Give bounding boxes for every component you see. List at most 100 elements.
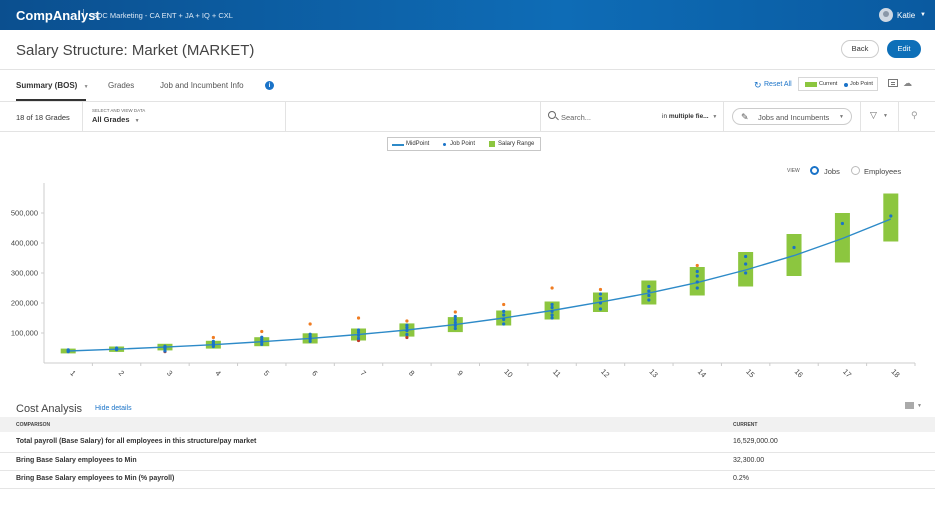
x-tick-label: 16 xyxy=(793,367,805,379)
table-header xyxy=(0,417,935,432)
edit-button[interactable]: Edit xyxy=(887,40,921,58)
job-point xyxy=(405,329,409,333)
tab-summary-chevron-icon[interactable]: ▼ xyxy=(84,84,89,90)
reset-all-link[interactable]: Reset All xyxy=(764,81,792,88)
back-button[interactable]: Back xyxy=(841,40,879,58)
job-point xyxy=(163,349,167,353)
user-menu-chevron-icon[interactable]: ▼ xyxy=(920,12,926,18)
user-name[interactable]: Katie xyxy=(897,11,915,20)
x-tick-label: 15 xyxy=(744,367,756,379)
divider xyxy=(0,69,935,70)
view-label: VIEW xyxy=(787,168,800,174)
outlier-point xyxy=(260,329,264,334)
job-point xyxy=(695,274,699,278)
cloud-icon[interactable]: ☁ xyxy=(903,78,912,89)
select-caption: SELECT AND VIEW DATA xyxy=(92,108,146,113)
job-point xyxy=(695,286,699,290)
hide-details-link[interactable]: Hide details xyxy=(95,405,132,412)
chevron-down-icon[interactable]: ▼ xyxy=(883,113,888,119)
tab-summary[interactable]: Summary (BOS) ▼ xyxy=(16,81,89,90)
job-point xyxy=(744,271,748,275)
export-icon[interactable] xyxy=(905,402,914,409)
avatar[interactable] xyxy=(879,8,893,22)
jobs-incumbents-filter[interactable]: ✎ Jobs and Incumbents ▼ xyxy=(732,108,852,125)
pin-icon[interactable]: ⚲ xyxy=(911,110,918,121)
job-point xyxy=(356,333,361,337)
job-point xyxy=(453,314,457,319)
grade-select[interactable]: All Grades ▼ xyxy=(92,115,140,124)
x-tick-label: 6 xyxy=(310,369,319,378)
reset-icon[interactable]: ↻ xyxy=(754,80,762,91)
tab-grades[interactable]: Grades xyxy=(108,81,134,90)
view-employees-radio[interactable] xyxy=(851,166,860,175)
table-view-icon[interactable] xyxy=(888,79,898,87)
search-input[interactable] xyxy=(561,110,651,124)
brand-logo[interactable]: CompAnalyst xyxy=(16,8,100,23)
divider xyxy=(540,102,541,131)
current-legend-label: Current xyxy=(819,81,838,87)
job-point xyxy=(598,301,603,305)
job-point-swatch xyxy=(443,143,446,146)
job-point xyxy=(647,293,651,298)
job-point xyxy=(695,269,699,274)
search-icon[interactable] xyxy=(548,111,556,119)
info-icon[interactable]: i xyxy=(265,81,274,90)
legend-salary-range[interactable]: Salary Range xyxy=(498,141,534,147)
x-tick-label: 3 xyxy=(165,369,174,378)
outlier-point xyxy=(550,286,554,290)
job-point xyxy=(598,307,603,311)
current-swatch xyxy=(805,82,817,87)
job-point xyxy=(502,317,506,322)
job-point xyxy=(356,336,361,340)
job-point xyxy=(453,317,457,322)
job-point xyxy=(211,339,215,343)
scope-value: multiple fie... xyxy=(668,113,709,120)
search-scope-select[interactable]: in multiple fie... ▼ xyxy=(662,113,717,120)
chevron-down-icon[interactable]: ▼ xyxy=(917,403,922,409)
job-point xyxy=(405,323,409,327)
view-jobs-radio[interactable] xyxy=(810,166,819,175)
grade-select-value: All Grades xyxy=(92,115,130,124)
legend-midpoint[interactable]: MidPoint xyxy=(406,141,429,147)
chevron-down-icon[interactable]: ▼ xyxy=(839,114,844,120)
view-employees-label[interactable]: Employees xyxy=(864,167,901,176)
job-point xyxy=(744,254,748,259)
divider xyxy=(82,102,83,131)
job-point xyxy=(598,296,603,301)
outlier-point xyxy=(356,316,361,320)
x-tick-label: 10 xyxy=(502,367,514,379)
chevron-down-icon[interactable]: ▼ xyxy=(135,118,140,124)
scope-prefix: in xyxy=(662,113,669,120)
job-point xyxy=(453,323,457,328)
legend-job-point[interactable]: Job Point xyxy=(450,141,475,147)
x-tick-label: 2 xyxy=(117,369,126,378)
salary-range-swatch xyxy=(489,141,495,147)
chevron-down-icon[interactable]: ▼ xyxy=(712,114,717,120)
column-header-comparison: COMPARISON xyxy=(16,422,51,428)
x-tick-label: 9 xyxy=(455,369,464,378)
x-tick-label: 8 xyxy=(407,369,416,378)
job-point xyxy=(647,289,651,293)
divider xyxy=(0,101,935,102)
outlier-point xyxy=(211,335,215,340)
filter-icon[interactable]: ▽ xyxy=(870,110,877,121)
mini-legend: Current Job Point xyxy=(798,77,878,91)
job-point xyxy=(792,245,796,250)
brand-divider xyxy=(83,9,84,21)
job-point xyxy=(163,344,167,348)
midpoint-swatch xyxy=(392,144,404,146)
table-row-value: 0.2% xyxy=(733,475,749,482)
job-point xyxy=(744,262,748,266)
grade-count: 18 of 18 Grades xyxy=(16,113,70,122)
job-point xyxy=(453,326,457,331)
job-point xyxy=(550,309,554,313)
job-point xyxy=(405,332,409,337)
table-row-value: 32,300.00 xyxy=(733,457,765,464)
table-row-label: Bring Base Salary employees to Min (% pa… xyxy=(16,475,175,482)
x-tick-label: 1 xyxy=(68,369,77,378)
outlier-point xyxy=(308,322,312,326)
tab-job-incumbent-info[interactable]: Job and Incumbent Info xyxy=(160,81,244,90)
view-jobs-label[interactable]: Jobs xyxy=(824,167,840,176)
x-tick-label: 5 xyxy=(262,369,271,378)
column-header-current: CURRENT xyxy=(733,422,758,428)
